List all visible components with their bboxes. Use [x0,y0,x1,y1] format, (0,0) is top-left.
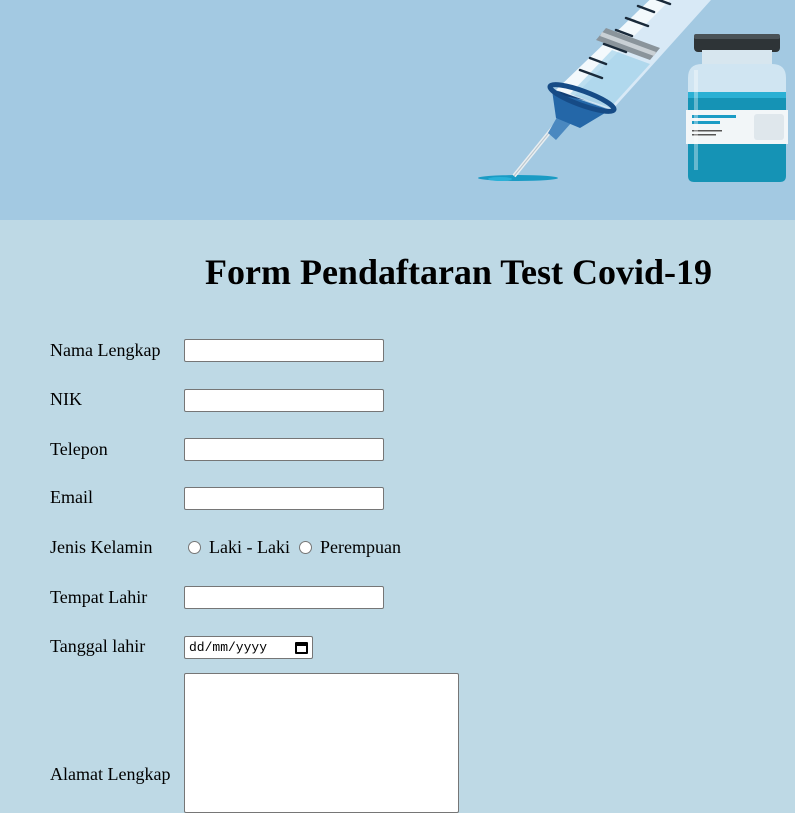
perempuan-label[interactable]: Perempuan [320,537,401,558]
registration-form: Form Pendaftaran Test Covid-19 Nama Leng… [0,220,795,813]
tanggal-lahir-label: Tanggal lahir [50,636,146,656]
vaccine-illustration [478,0,788,182]
date-placeholder: dd/mm/yyyy [189,640,268,655]
email-label: Email [50,487,93,507]
tempat-lahir-input[interactable] [184,586,384,609]
telepon-input[interactable] [184,438,384,461]
nama-input[interactable] [184,339,384,362]
nik-label: NIK [50,389,82,409]
header-banner [0,0,795,220]
laki-laki-radio[interactable] [188,540,201,554]
alamat-textarea[interactable] [184,673,459,813]
tempat-lahir-label: Tempat Lahir [50,587,148,607]
page-title: Form Pendaftaran Test Covid-19 [205,252,712,292]
email-input[interactable] [184,487,384,510]
perempuan-radio[interactable] [298,540,312,554]
alamat-label: Alamat Lengkap [50,764,171,784]
gender-radio-group: Laki - Laki Perempuan [188,536,410,558]
calendar-icon[interactable] [295,641,308,654]
jenis-kelamin-label: Jenis Kelamin [50,537,153,557]
tanggal-lahir-input[interactable]: dd/mm/yyyy [184,636,313,659]
laki-laki-label[interactable]: Laki - Laki [209,537,290,558]
vaccine-vial-icon [686,34,788,182]
nama-label: Nama Lengkap [50,340,161,360]
nik-input[interactable] [184,389,384,412]
telepon-label: Telepon [50,439,108,459]
